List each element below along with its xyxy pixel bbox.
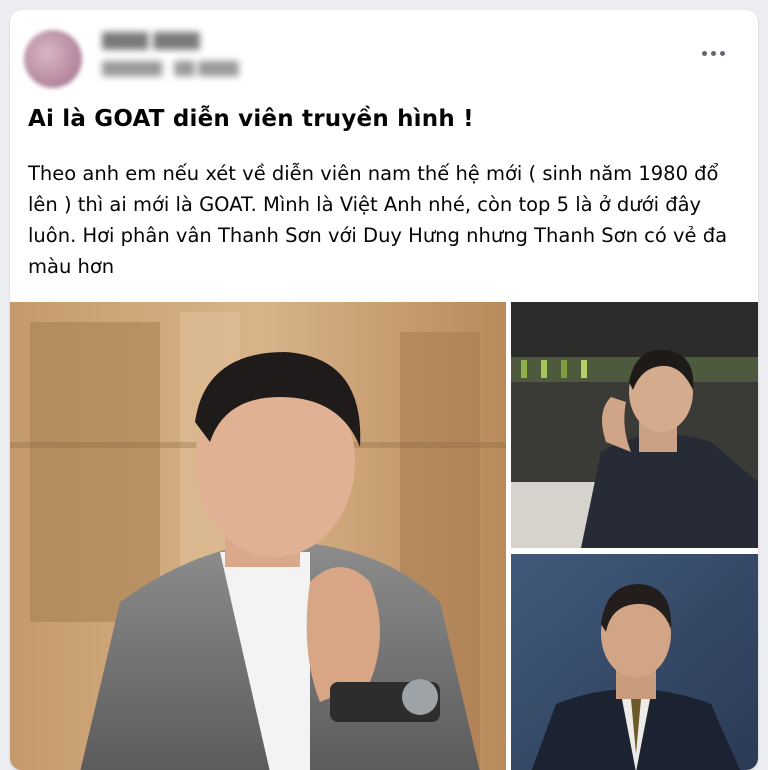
post-body: Theo anh em nếu xét về diễn viên nam thế… [28,162,728,278]
post-header: ████ ████ ██████ · ██ ████ [10,10,758,90]
more-options-icon[interactable] [696,40,730,66]
photo-1-image [10,302,506,770]
post-meta: ██████ · ██ ████ [102,62,239,77]
author-name[interactable]: ████ ████ [102,32,200,50]
photo-3-image [511,554,758,770]
photo-1[interactable] [10,302,506,770]
photo-3[interactable] [511,554,758,770]
post-card: ████ ████ ██████ · ██ ████ Ai là GOAT di… [10,10,758,770]
avatar[interactable] [24,30,82,88]
photo-grid [10,302,758,770]
photo-2[interactable] [511,302,758,548]
photo-2-image [511,302,758,548]
post-title: Ai là GOAT diễn viên truyền hình ! [28,106,474,132]
